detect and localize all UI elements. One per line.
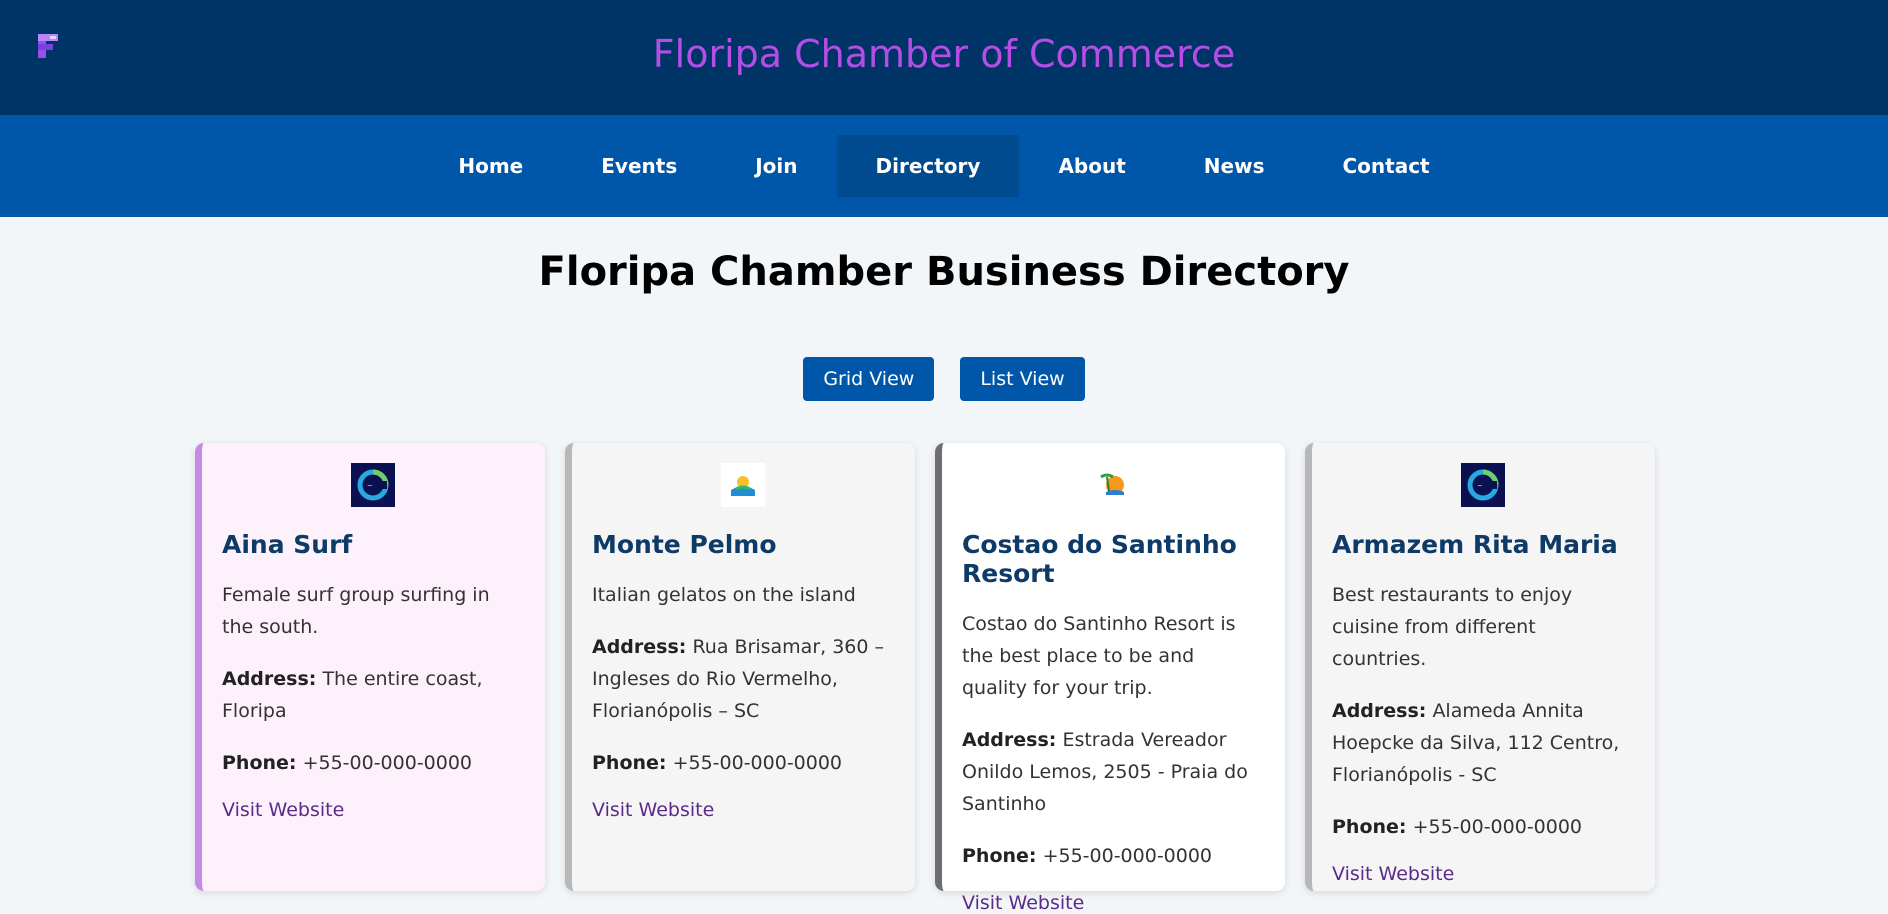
address-label: Address: xyxy=(222,668,317,690)
business-address: Address: Alameda Annita Hoepcke da Silva… xyxy=(1332,695,1633,791)
phone-label: Phone: xyxy=(222,752,297,774)
address-label: Address: xyxy=(592,636,687,658)
address-label: Address: xyxy=(962,729,1057,751)
nav-item-contact[interactable]: Contact xyxy=(1303,135,1468,197)
wave-logo-icon: ~ xyxy=(1460,463,1505,507)
business-phone: Phone: +55-00-000-0000 xyxy=(592,747,893,779)
phone-value: +55-00-000-0000 xyxy=(1412,816,1583,838)
business-name: Armazem Rita Maria xyxy=(1332,530,1618,559)
business-description: Best restaurants to enjoy cuisine from d… xyxy=(1332,584,1573,670)
business-address: Address: Estrada Vereador Onildo Lemos, … xyxy=(962,724,1263,820)
nav-item-news[interactable]: News xyxy=(1165,135,1304,197)
view-toggle: Grid View List View xyxy=(0,357,1888,401)
site-header: Floripa Chamber of Commerce xyxy=(0,0,1888,115)
page-title: Floripa Chamber Business Directory xyxy=(538,249,1350,295)
list-view-button[interactable]: List View xyxy=(960,357,1085,401)
address-label: Address: xyxy=(1332,700,1427,722)
business-card: ~ Aina Surf Female surf group surfing in… xyxy=(195,443,545,891)
grid-view-button[interactable]: Grid View xyxy=(803,357,935,401)
main-nav: Home Events Join Directory About News Co… xyxy=(0,115,1888,217)
business-description: Costao do Santinho Resort is the best pl… xyxy=(962,613,1236,699)
phone-label: Phone: xyxy=(962,845,1037,867)
visit-website-link[interactable]: Visit Website xyxy=(592,799,893,821)
visit-website-link[interactable]: Visit Website xyxy=(962,892,1263,914)
nav-item-home[interactable]: Home xyxy=(419,135,562,197)
site-title: Floripa Chamber of Commerce xyxy=(652,31,1236,76)
business-card: ~ Armazem Rita Maria Best restaurants to… xyxy=(1305,443,1655,891)
business-address: Address: Rua Brisamar, 360 – Ingleses do… xyxy=(592,631,893,727)
business-card: Costao do Santinho Resort Costao do Sant… xyxy=(935,443,1285,914)
business-phone: Phone: +55-00-000-0000 xyxy=(1332,811,1633,843)
nav-item-about[interactable]: About xyxy=(1019,135,1164,197)
business-phone: Phone: +55-00-000-0000 xyxy=(962,840,1263,872)
svg-text:~: ~ xyxy=(367,482,373,490)
phone-label: Phone: xyxy=(1332,816,1407,838)
business-description: Female surf group surfing in the south. xyxy=(222,584,490,638)
business-name: Costao do Santinho Resort xyxy=(962,530,1237,588)
business-name: Monte Pelmo xyxy=(592,530,777,559)
nav-item-join[interactable]: Join xyxy=(716,135,836,197)
nav-item-directory[interactable]: Directory xyxy=(836,135,1020,197)
business-card: Monte Pelmo Italian gelatos on the islan… xyxy=(565,443,915,891)
floripa-f-logo-icon[interactable] xyxy=(36,30,62,60)
business-address: Address: The entire coast, Floripa xyxy=(222,663,523,727)
business-name: Aina Surf xyxy=(222,530,353,559)
wave-logo-icon: ~ xyxy=(350,463,395,507)
nav-item-events[interactable]: Events xyxy=(562,135,716,197)
visit-website-link[interactable]: Visit Website xyxy=(222,799,523,821)
phone-label: Phone: xyxy=(592,752,667,774)
business-directory-grid: ~ Aina Surf Female surf group surfing in… xyxy=(195,443,1655,914)
island-logo-icon xyxy=(720,463,765,507)
visit-website-link[interactable]: Visit Website xyxy=(1332,863,1633,885)
palm-sun-logo-icon xyxy=(1091,463,1135,507)
phone-value: +55-00-000-0000 xyxy=(1042,845,1213,867)
svg-text:~: ~ xyxy=(1477,482,1483,490)
business-description: Italian gelatos on the island xyxy=(592,584,856,606)
business-phone: Phone: +55-00-000-0000 xyxy=(222,747,523,779)
phone-value: +55-00-000-0000 xyxy=(302,752,473,774)
phone-value: +55-00-000-0000 xyxy=(672,752,843,774)
